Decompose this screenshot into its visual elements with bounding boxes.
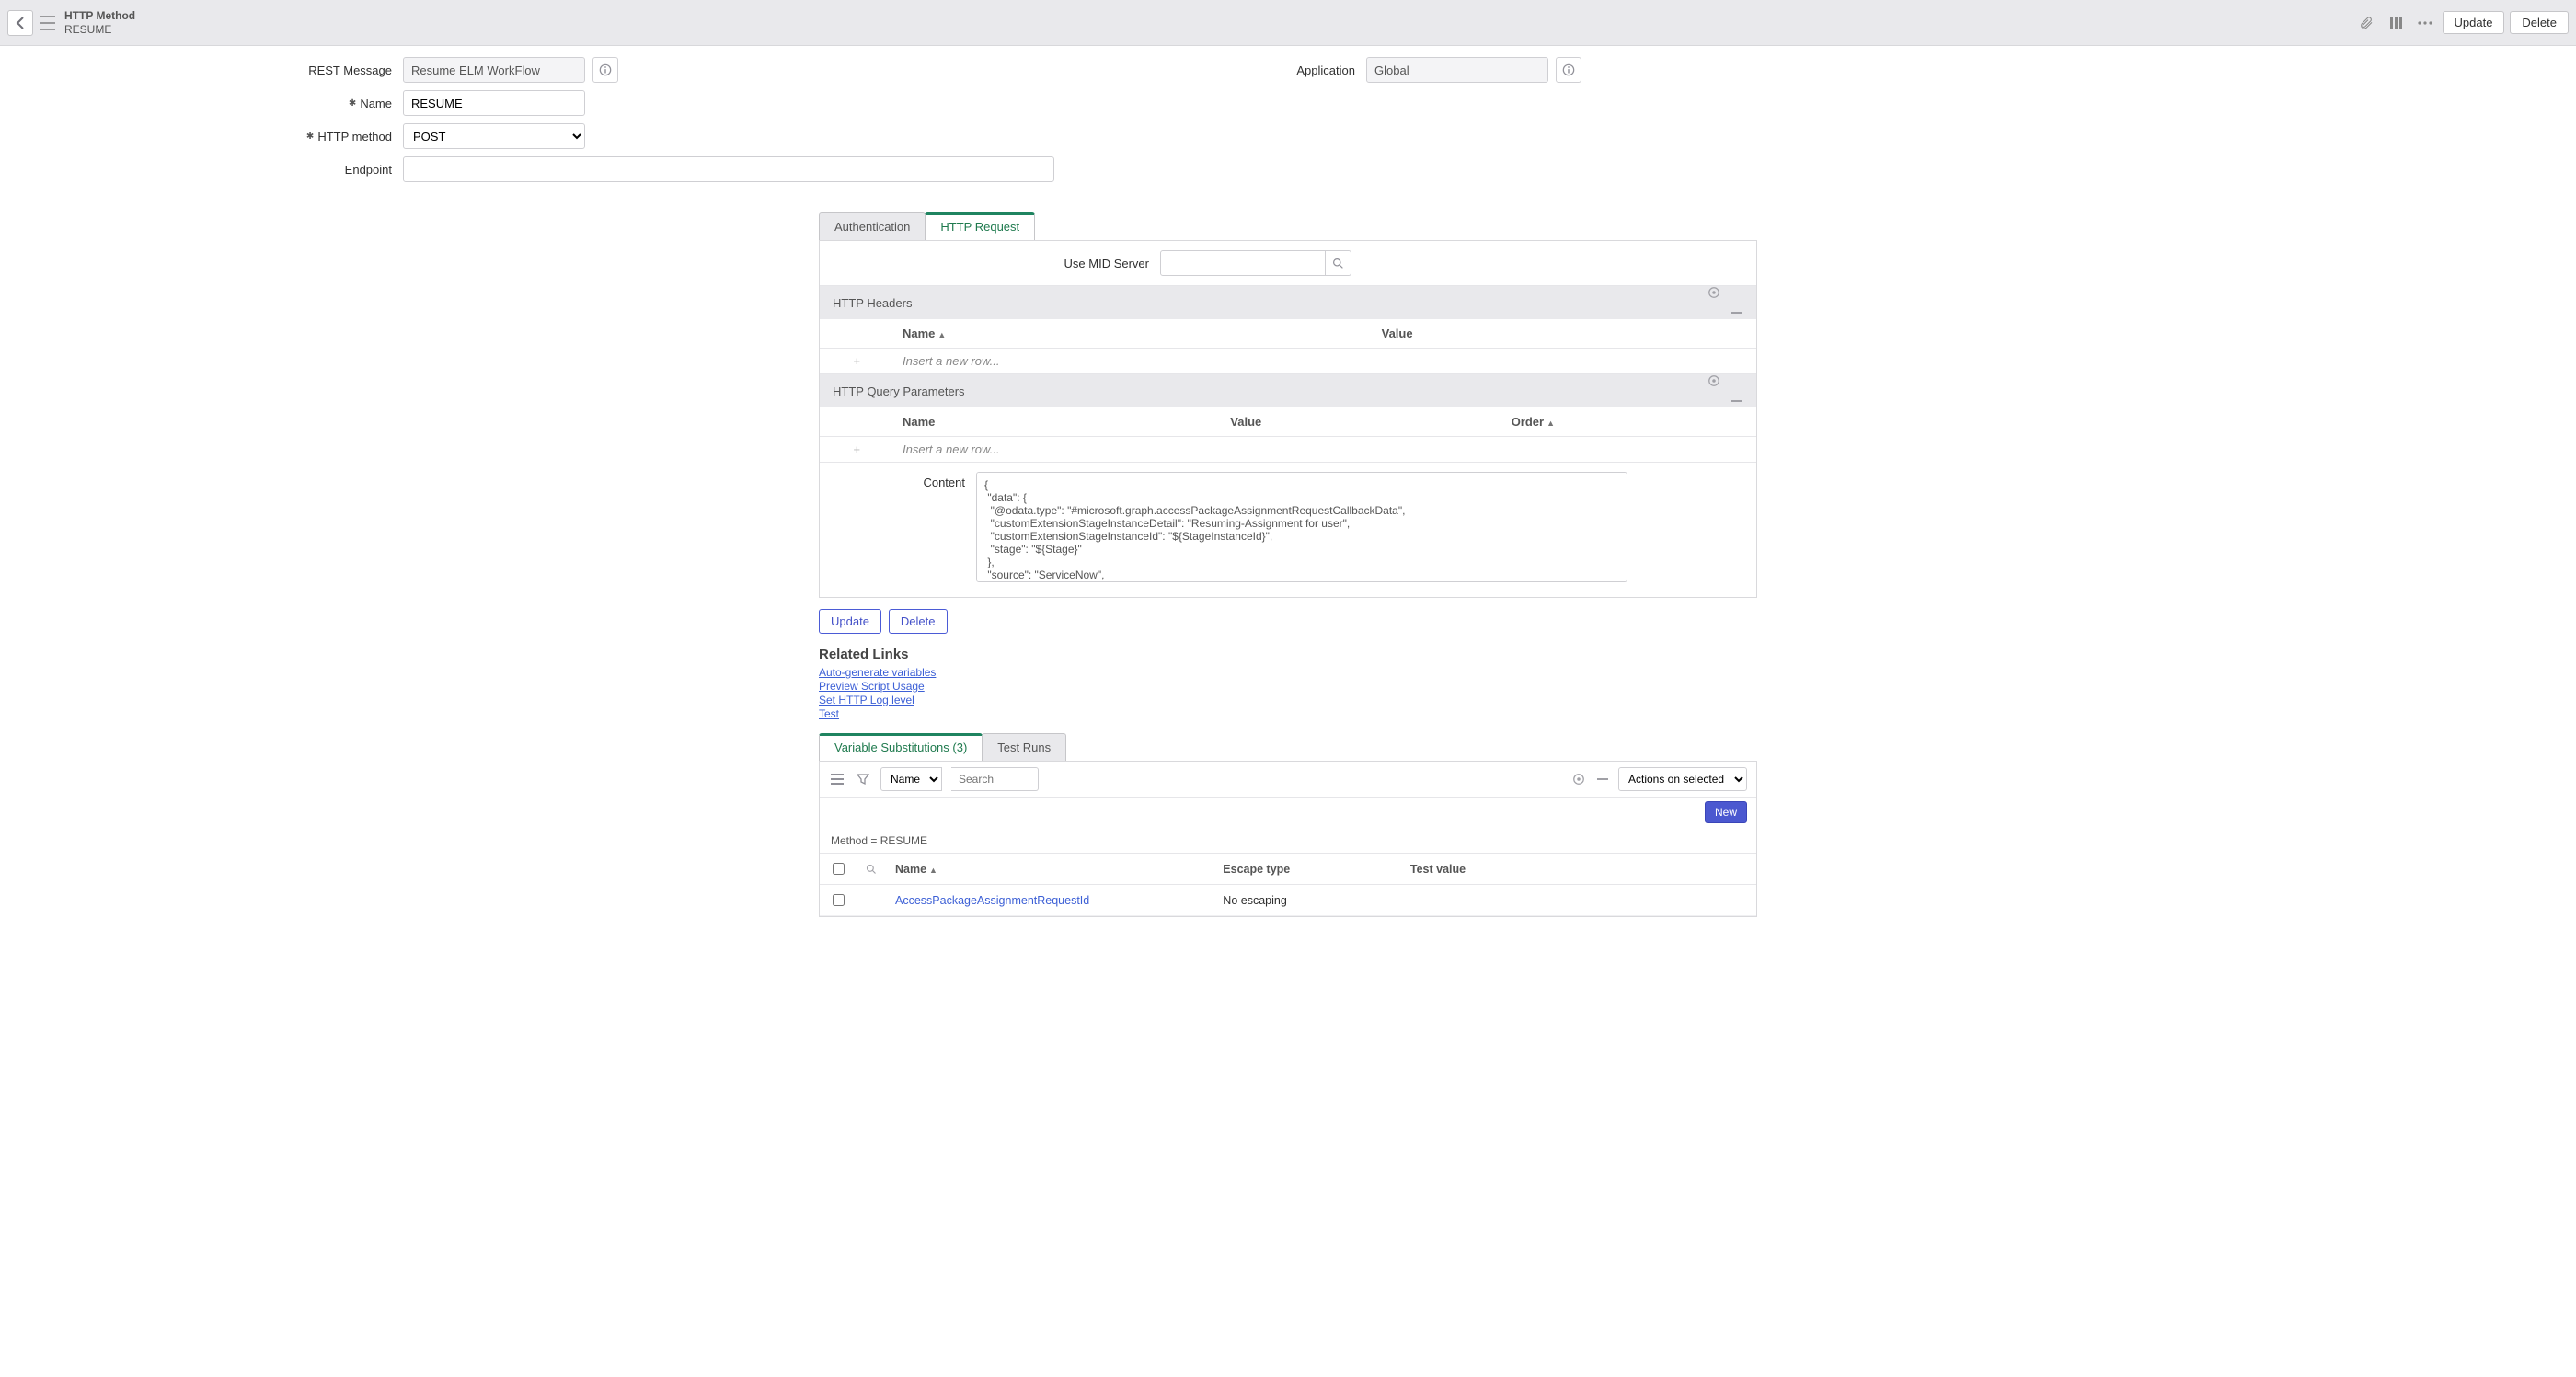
- content-textarea[interactable]: [976, 472, 1627, 582]
- rest-message-field: Resume ELM WorkFlow: [403, 57, 585, 83]
- rest-message-label: REST Message: [7, 63, 403, 77]
- filter-icon[interactable]: [855, 773, 871, 786]
- col-escape[interactable]: Escape type: [1213, 854, 1401, 885]
- endpoint-input[interactable]: [403, 156, 1054, 182]
- row-name-link[interactable]: AccessPackageAssignmentRequestId: [886, 885, 1213, 916]
- attachment-icon[interactable]: [2354, 11, 2378, 35]
- query-col-name[interactable]: Name: [893, 407, 1221, 437]
- select-all-checkbox[interactable]: [833, 863, 845, 875]
- new-button[interactable]: New: [1705, 801, 1747, 823]
- http-method-label: HTTP method: [317, 130, 392, 143]
- page-title: HTTP Method RESUME: [64, 9, 135, 36]
- variable-substitutions-panel: Name Actions on selected rows... New Met…: [819, 761, 1757, 917]
- search-field-select[interactable]: Name: [880, 767, 942, 791]
- tab-strip: Authentication HTTP Request: [819, 212, 1757, 240]
- collapse-icon[interactable]: [1729, 394, 1743, 408]
- list-gear-icon[interactable]: [1570, 773, 1587, 786]
- actions-select[interactable]: Actions on selected rows...: [1618, 767, 1747, 791]
- variable-substitutions-table: Name▲ Escape type Test value AccessPacka…: [820, 853, 1756, 916]
- header-delete-button[interactable]: Delete: [2510, 11, 2569, 34]
- list-menu-icon[interactable]: [829, 774, 845, 785]
- col-test-value[interactable]: Test value: [1401, 854, 1756, 885]
- record-name-label: RESUME: [64, 23, 135, 36]
- headers-col-name[interactable]: Name▲: [893, 319, 1373, 349]
- collapse-icon[interactable]: [1729, 305, 1743, 320]
- mid-server-input[interactable]: [1160, 250, 1326, 276]
- tab-body: Use MID Server HTTP Headers N: [819, 240, 1757, 598]
- headers-col-value[interactable]: Value: [1373, 319, 1756, 349]
- form-section: REST Message Resume ELM WorkFlow ✱ Name ✱…: [0, 46, 2576, 189]
- tab-variable-substitutions[interactable]: Variable Substitutions (3): [819, 733, 983, 761]
- query-col-value[interactable]: Value: [1221, 407, 1501, 437]
- rest-message-info-icon[interactable]: [592, 57, 618, 83]
- http-query-table: Name Value Order▲ + Insert a new row...: [820, 407, 1756, 463]
- row-checkbox[interactable]: [833, 894, 845, 906]
- list-search-input[interactable]: [951, 767, 1039, 791]
- required-mark: ✱: [349, 98, 356, 109]
- record-type-label: HTTP Method: [64, 9, 135, 22]
- name-input[interactable]: [403, 90, 585, 116]
- gear-icon[interactable]: [1707, 373, 1721, 388]
- mid-server-lookup-icon[interactable]: [1326, 250, 1351, 276]
- list-collapse-icon[interactable]: [1594, 778, 1611, 780]
- link-test[interactable]: Test: [819, 707, 839, 720]
- more-options-icon[interactable]: [2413, 11, 2437, 35]
- row-search-icon[interactable]: [857, 854, 886, 885]
- link-auto-generate[interactable]: Auto-generate variables: [819, 666, 936, 679]
- row-test-value: [1401, 885, 1756, 916]
- related-links: Related Links Auto-generate variables Pr…: [819, 647, 1757, 720]
- content-label: Content: [820, 472, 976, 489]
- row-escape: No escaping: [1213, 885, 1401, 916]
- update-button[interactable]: Update: [819, 609, 881, 634]
- activity-stream-icon[interactable]: [2384, 11, 2408, 35]
- query-insert-row[interactable]: + Insert a new row...: [820, 437, 1756, 463]
- hamburger-icon[interactable]: [40, 16, 55, 30]
- headers-insert-row[interactable]: + Insert a new row...: [820, 349, 1756, 374]
- endpoint-label: Endpoint: [7, 163, 403, 177]
- http-headers-section-header: HTTP Headers: [820, 286, 1756, 319]
- delete-button[interactable]: Delete: [889, 609, 948, 634]
- header-update-button[interactable]: Update: [2443, 11, 2505, 34]
- related-links-heading: Related Links: [819, 647, 1757, 662]
- http-query-title: HTTP Query Parameters: [833, 384, 965, 398]
- name-label: Name: [360, 97, 392, 110]
- http-headers-table: Name▲ Value + Insert a new row...: [820, 319, 1756, 374]
- http-headers-title: HTTP Headers: [833, 296, 912, 310]
- link-set-log-level[interactable]: Set HTTP Log level: [819, 694, 914, 706]
- gear-icon[interactable]: [1707, 285, 1721, 300]
- page-header: HTTP Method RESUME Update Delete: [0, 0, 2576, 46]
- http-method-select[interactable]: POST: [403, 123, 585, 149]
- application-field: Global: [1366, 57, 1548, 83]
- http-query-section-header: HTTP Query Parameters: [820, 374, 1756, 407]
- tab-authentication[interactable]: Authentication: [819, 212, 926, 240]
- application-info-icon[interactable]: [1556, 57, 1581, 83]
- filter-breadcrumb[interactable]: Method = RESUME: [820, 829, 1756, 853]
- mid-server-label: Use MID Server: [838, 257, 1160, 270]
- query-col-order[interactable]: Order▲: [1502, 407, 1756, 437]
- link-preview-script[interactable]: Preview Script Usage: [819, 680, 925, 693]
- tab-test-runs[interactable]: Test Runs: [982, 733, 1066, 761]
- application-label: Application: [1288, 63, 1366, 77]
- tab-http-request[interactable]: HTTP Request: [925, 212, 1035, 240]
- required-mark: ✱: [306, 132, 314, 142]
- col-name[interactable]: Name▲: [886, 854, 1213, 885]
- back-button[interactable]: [7, 10, 33, 36]
- table-row[interactable]: AccessPackageAssignmentRequestId No esca…: [820, 885, 1756, 916]
